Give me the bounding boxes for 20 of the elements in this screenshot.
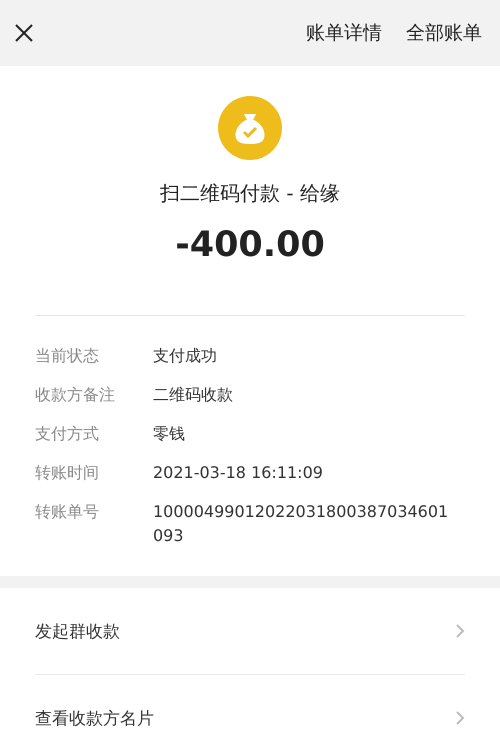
detail-value: 2021-03-18 16:11:09 bbox=[153, 462, 324, 484]
chevron-icon bbox=[455, 623, 465, 639]
detail-label: 收款方备注 bbox=[35, 384, 116, 406]
page-title: 账单详情 bbox=[306, 21, 382, 46]
detail-value: 支付成功 bbox=[153, 345, 218, 367]
close-icon bbox=[14, 23, 34, 43]
money-bag-icon bbox=[218, 96, 282, 160]
detail-label: 转账时间 bbox=[35, 462, 100, 484]
detail-label: 当前状态 bbox=[35, 345, 100, 367]
detail-label: 支付方式 bbox=[35, 423, 100, 445]
payment-title: 扫二维码付款 - 给缘 bbox=[160, 180, 340, 207]
detail-value: 10000499012022031800387034601093 bbox=[153, 501, 450, 547]
payment-amount: -400.00 bbox=[175, 225, 325, 265]
detail-value: 零钱 bbox=[153, 423, 186, 445]
menu-item[interactable]: 查看收款方名片 bbox=[35, 675, 465, 730]
detail-value: 二维码收款 bbox=[153, 384, 234, 406]
menu-item[interactable]: 发起群收款 bbox=[35, 588, 465, 675]
all-bills-link[interactable]: 全部账单 bbox=[406, 20, 482, 46]
chevron-icon bbox=[455, 710, 465, 726]
detail-label: 转账单号 bbox=[35, 501, 100, 523]
